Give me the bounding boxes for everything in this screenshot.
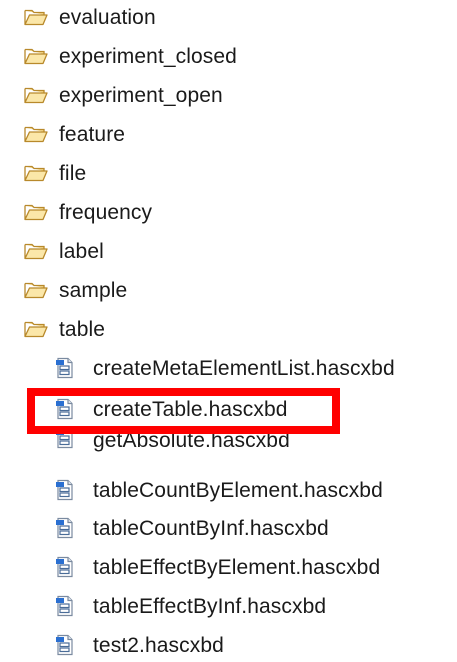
tree-folder-feature[interactable]: feature xyxy=(24,117,125,151)
tree-folder-label: frequency xyxy=(59,200,153,224)
hascxbd-file-icon xyxy=(55,517,75,539)
tree-folder-label: sample xyxy=(59,278,128,302)
folder-open-icon xyxy=(24,86,48,104)
tree-file-label: getAbsolute.hascxbd xyxy=(93,433,290,452)
tree-file-label: test2.hascxbd xyxy=(93,633,224,657)
tree-folder-evaluation[interactable]: evaluation xyxy=(24,0,156,34)
tree-file-label: createMetaElementList.hascxbd xyxy=(93,356,395,380)
hascxbd-file-icon xyxy=(55,556,75,578)
hascxbd-file-icon xyxy=(55,433,75,449)
folder-open-icon xyxy=(24,242,48,260)
tree-folder-frequency[interactable]: frequency xyxy=(24,195,152,229)
folder-open-icon xyxy=(24,281,48,299)
hascxbd-file-icon xyxy=(55,595,75,617)
tree-file-tableEffectByElement[interactable]: tableEffectByElement.hascxbd xyxy=(55,550,380,584)
tree-folder-experiment-closed[interactable]: experiment_closed xyxy=(24,39,237,73)
hascxbd-file-icon xyxy=(55,479,75,501)
tree-folder-label: experiment_closed xyxy=(59,44,237,68)
tree-file-label: createTable.hascxbd xyxy=(93,397,288,421)
folder-open-icon xyxy=(24,8,48,26)
folder-open-icon xyxy=(24,320,48,338)
project-explorer-tree: evaluation experiment_closed experiment_… xyxy=(0,0,457,657)
tree-folder-experiment-open[interactable]: experiment_open xyxy=(24,78,223,112)
tree-file-label: tableCountByInf.hascxbd xyxy=(93,516,329,540)
tree-folder-label: table xyxy=(59,317,106,341)
tree-folder-file[interactable]: file xyxy=(24,156,86,190)
tree-file-label: tableEffectByInf.hascxbd xyxy=(93,594,327,618)
tree-folder-label: feature xyxy=(59,122,126,146)
tree-folder-label: experiment_open xyxy=(59,83,223,107)
tree-file-createTable[interactable]: createTable.hascxbd xyxy=(55,392,288,426)
tree-folder-label: file xyxy=(59,161,87,185)
tree-folder-label: evaluation xyxy=(59,5,156,29)
tree-file-tableCountByElement[interactable]: tableCountByElement.hascxbd xyxy=(55,473,383,507)
tree-file-label: tableEffectByElement.hascxbd xyxy=(93,555,381,579)
folder-open-icon xyxy=(24,203,48,221)
folder-open-icon xyxy=(24,125,48,143)
tree-file-tableCountByInf[interactable]: tableCountByInf.hascxbd xyxy=(55,511,329,545)
tree-folder-label-dir[interactable]: label xyxy=(24,234,104,268)
tree-folder-label: label xyxy=(59,239,104,263)
tree-file-tableEffectByInf[interactable]: tableEffectByInf.hascxbd xyxy=(55,589,326,623)
tree-file-createMetaElementList[interactable]: createMetaElementList.hascxbd xyxy=(55,351,395,385)
tree-file-getAbsolute[interactable]: getAbsolute.hascxbd xyxy=(55,433,290,455)
tree-folder-table[interactable]: table xyxy=(24,312,105,346)
hascxbd-file-icon xyxy=(55,634,75,656)
tree-folder-sample[interactable]: sample xyxy=(24,273,127,307)
folder-open-icon xyxy=(24,47,48,65)
tree-file-label: tableCountByElement.hascxbd xyxy=(93,478,383,502)
hascxbd-file-icon xyxy=(55,357,75,379)
hascxbd-file-icon xyxy=(55,398,75,420)
folder-open-icon xyxy=(24,164,48,182)
